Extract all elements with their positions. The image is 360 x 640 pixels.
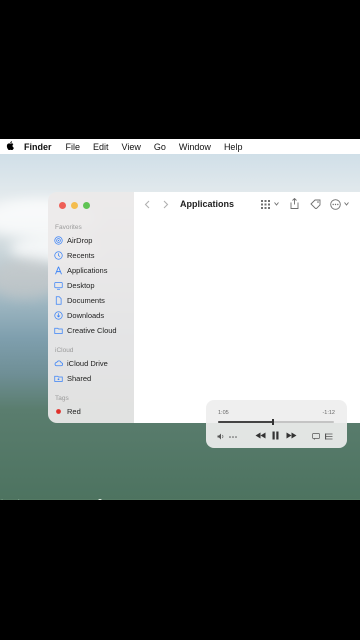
sidebar-item-tag-red[interactable]: Red <box>54 405 81 417</box>
remaining-time: -1:12 <box>322 410 335 416</box>
sidebar-item-label: Red <box>67 406 81 416</box>
sidebar-item-shared[interactable]: Shared <box>54 372 91 384</box>
menu-window[interactable]: Window <box>179 142 211 152</box>
download-icon <box>54 310 63 320</box>
sidebar-item-label: Documents <box>67 295 105 305</box>
back-chevron-icon[interactable] <box>144 200 150 209</box>
sidebar-item-label: Downloads <box>67 310 105 320</box>
scrubber-knob[interactable] <box>271 419 274 425</box>
shared-folder-icon <box>54 375 63 382</box>
grid-view-icon[interactable] <box>261 200 271 209</box>
airdrop-icon <box>54 235 63 245</box>
sidebar-item-applications[interactable]: Applications <box>54 264 107 276</box>
red-tag-dot-icon <box>56 408 61 414</box>
cloud-icon <box>54 360 63 366</box>
sidebar-item-icloud-drive[interactable]: iCloud Drive <box>54 357 108 369</box>
playback-scrubber[interactable] <box>218 419 334 425</box>
document-icon <box>55 295 62 305</box>
finder-sidebar: Favorites AirDrop Recents Applications D… <box>48 192 134 423</box>
close-window-button[interactable] <box>59 202 66 209</box>
minimize-window-button[interactable] <box>71 202 78 209</box>
sidebar-item-label: Desktop <box>67 280 95 290</box>
sidebar-section-icloud: iCloud <box>55 347 74 354</box>
sidebar-item-downloads[interactable]: Downloads <box>54 309 104 321</box>
share-icon[interactable] <box>290 198 299 209</box>
folder-icon <box>54 327 63 334</box>
sidebar-item-airdrop[interactable]: AirDrop <box>54 234 92 246</box>
window-title: Applications <box>180 199 235 209</box>
sidebar-item-creative-cloud[interactable]: Creative Cloud <box>54 324 117 336</box>
sidebar-item-label: Applications <box>67 265 108 275</box>
more-options-icon[interactable] <box>330 199 341 210</box>
menu-bar: Finder File Edit View Go Window Help <box>0 139 360 154</box>
volume-icon[interactable] <box>217 433 225 440</box>
rewind-icon[interactable] <box>255 432 266 439</box>
sidebar-item-recents[interactable]: Recents <box>54 249 95 261</box>
finder-content: Applications <box>134 192 360 423</box>
menu-file[interactable]: File <box>66 142 81 152</box>
menu-app-name[interactable]: Finder <box>24 142 52 152</box>
menu-help[interactable]: Help <box>224 142 243 152</box>
more-icon[interactable] <box>229 436 237 438</box>
playlist-icon[interactable] <box>325 433 333 440</box>
media-player: 1:05 -1:12 <box>206 400 347 448</box>
sidebar-item-label: AirDrop <box>67 235 93 245</box>
tag-icon[interactable] <box>310 199 321 209</box>
desktop-icon <box>54 281 63 290</box>
elapsed-time: 1:05 <box>218 410 229 416</box>
sidebar-item-label: Recents <box>67 250 95 260</box>
sidebar-item-label: Creative Cloud <box>67 325 117 335</box>
sidebar-item-documents[interactable]: Documents <box>54 294 105 306</box>
menu-edit[interactable]: Edit <box>93 142 109 152</box>
sidebar-section-tags: Tags <box>55 395 69 402</box>
sidebar-item-label: iCloud Drive <box>67 358 108 368</box>
desktop: Finder File Edit View Go Window Help Fav… <box>0 139 360 500</box>
pause-icon[interactable] <box>272 431 279 440</box>
sidebar-section-favorites: Favorites <box>55 224 82 231</box>
zoom-window-button[interactable] <box>83 202 90 209</box>
menu-go[interactable]: Go <box>154 142 166 152</box>
apple-menu-icon[interactable] <box>0 140 20 153</box>
applications-icon <box>55 266 62 274</box>
finder-toolbar: Applications <box>134 192 360 217</box>
chevron-down-icon[interactable] <box>274 202 279 206</box>
clock-icon <box>54 250 63 260</box>
sidebar-item-desktop[interactable]: Desktop <box>54 279 95 291</box>
captions-icon[interactable] <box>312 433 320 440</box>
forward-chevron-icon[interactable] <box>163 200 169 209</box>
playback-progress <box>218 421 273 423</box>
sidebar-item-label: Shared <box>67 373 92 383</box>
finder-window: Favorites AirDrop Recents Applications D… <box>48 192 360 423</box>
chevron-down-icon[interactable] <box>344 202 349 206</box>
menu-view[interactable]: View <box>122 142 141 152</box>
wallpaper-grass <box>0 499 360 500</box>
fast-forward-icon[interactable] <box>286 432 297 439</box>
